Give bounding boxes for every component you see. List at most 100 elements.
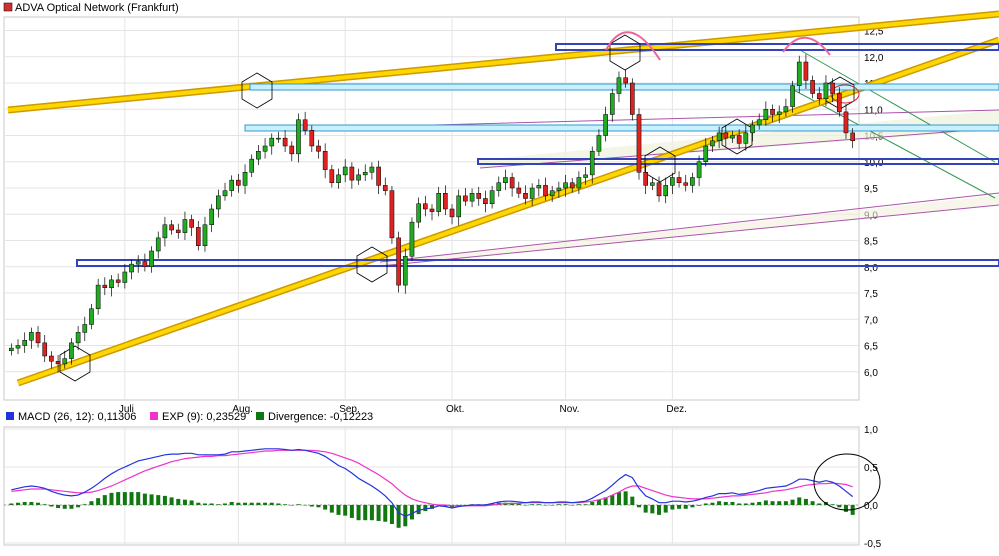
candle-up <box>262 145 268 152</box>
candle-up <box>750 124 755 134</box>
divergence-bar <box>276 503 281 505</box>
candle-up <box>129 263 134 273</box>
divergence-bar <box>136 492 141 505</box>
divergence-bar <box>830 504 835 505</box>
candle-down <box>623 77 628 84</box>
divergence-bar <box>96 498 101 505</box>
candle-up <box>650 182 655 186</box>
divergence-bar <box>663 505 668 513</box>
divergence-bar <box>109 492 114 505</box>
divergence-bar <box>783 501 788 505</box>
support-zone-10 <box>244 124 999 132</box>
candle-down <box>195 227 201 246</box>
candle-up <box>763 109 769 120</box>
candle-down <box>316 145 321 152</box>
divergence-legend-label: Divergence: -0,12223 <box>268 411 373 423</box>
candle-down <box>102 284 108 288</box>
candle-down <box>810 80 815 94</box>
divergence-bar <box>49 505 54 507</box>
divergence-bar <box>209 503 214 505</box>
candle-up <box>583 174 588 178</box>
candle-up <box>202 224 208 246</box>
candle-down <box>309 130 315 147</box>
candle-up <box>269 137 275 147</box>
candle-up <box>362 172 368 176</box>
candle-down <box>55 361 61 365</box>
divergence-bar <box>269 502 274 505</box>
divergence-bar <box>837 505 842 508</box>
candle-up <box>823 82 829 99</box>
candle-up <box>89 308 94 325</box>
candle-up <box>536 185 542 189</box>
candle-up <box>249 158 255 173</box>
candle-up <box>496 182 502 191</box>
divergence-bar <box>236 502 241 505</box>
candle-up <box>62 358 68 365</box>
candle-down <box>236 179 241 186</box>
candle-down <box>142 261 148 267</box>
candle-down <box>423 203 428 210</box>
divergence-bar <box>343 505 348 516</box>
candle-down <box>282 137 288 147</box>
divergence-bar <box>316 505 321 508</box>
candle-down <box>830 82 835 94</box>
macd-y-tick-label: -0,5 <box>864 539 882 550</box>
candle-up <box>242 172 248 186</box>
candle-up <box>743 132 749 144</box>
divergence-bar <box>216 504 221 505</box>
divergence-bar <box>583 504 588 505</box>
candle-up <box>342 166 348 176</box>
candle-up <box>216 195 221 210</box>
divergence-bar <box>129 492 134 505</box>
candle-down <box>676 177 682 183</box>
candle-down <box>349 166 355 181</box>
candle-up <box>256 151 261 160</box>
candle-up <box>336 174 341 183</box>
divergence-bar <box>62 505 67 509</box>
candle-up <box>456 195 462 218</box>
candle-up <box>82 324 88 333</box>
chart-canvas: 6,06,57,07,58,08,59,09,510,010,511,011,5… <box>3 2 999 550</box>
divergence-bar <box>42 504 47 505</box>
candle-up <box>529 187 535 199</box>
candle-up <box>356 174 361 181</box>
divergence-bar <box>563 504 568 505</box>
candle-up <box>563 182 568 189</box>
divergence-bar <box>76 505 81 508</box>
divergence-bar <box>142 493 147 505</box>
divergence-bar <box>16 502 21 505</box>
divergence-bar <box>116 492 121 505</box>
divergence-bar <box>810 501 815 505</box>
candle-up <box>796 61 802 86</box>
resistance-zone-11 <box>249 83 999 91</box>
divergence-bar <box>590 501 595 505</box>
divergence-bar <box>376 505 381 521</box>
divergence-bar <box>757 501 762 505</box>
candle-up <box>776 111 782 115</box>
candle-down <box>850 132 855 141</box>
divergence-bar <box>389 505 394 524</box>
divergence-bar <box>223 503 228 505</box>
macd-y-tick-label: 0,0 <box>864 501 878 512</box>
candle-up <box>556 187 562 191</box>
candle-down <box>656 182 662 197</box>
price-y-tick-label: 6,0 <box>864 368 878 379</box>
divergence-bar <box>543 505 548 506</box>
divergence-bar <box>176 498 181 505</box>
candle-down <box>49 355 54 362</box>
divergence-bar <box>703 503 708 505</box>
candle-down <box>803 61 809 81</box>
candle-up <box>209 208 214 225</box>
candle-down <box>376 166 381 186</box>
divergence-bar <box>790 499 795 505</box>
price-y-tick-label: 8,5 <box>864 237 878 248</box>
divergence-bar <box>536 504 541 505</box>
candle-down <box>463 195 468 202</box>
candle-up <box>276 137 281 140</box>
divergence-bar <box>309 505 314 507</box>
candle-down <box>322 151 328 170</box>
candle-up <box>489 190 495 204</box>
divergence-bar <box>383 505 388 522</box>
divergence-bar <box>356 505 361 521</box>
divergence-bar <box>182 499 187 505</box>
